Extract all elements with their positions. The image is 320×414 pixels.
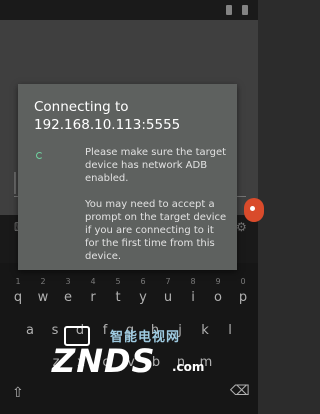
dialog-message: Please make sure the target device has n… [85,147,227,262]
progress-spinner [36,152,43,159]
connecting-dialog: Connecting to 192.168.10.113:5555 Please… [18,84,237,270]
watermark-domain-suffix: .com [172,360,205,374]
bubble-dot [250,206,255,211]
floating-bubble[interactable] [244,198,264,222]
dialog-title: Connecting to 192.168.10.113:5555 [34,99,181,133]
znds-watermark: 智能电视网 ZNDS .com [52,324,217,394]
watermark-logo-text: ZNDS [52,342,156,380]
